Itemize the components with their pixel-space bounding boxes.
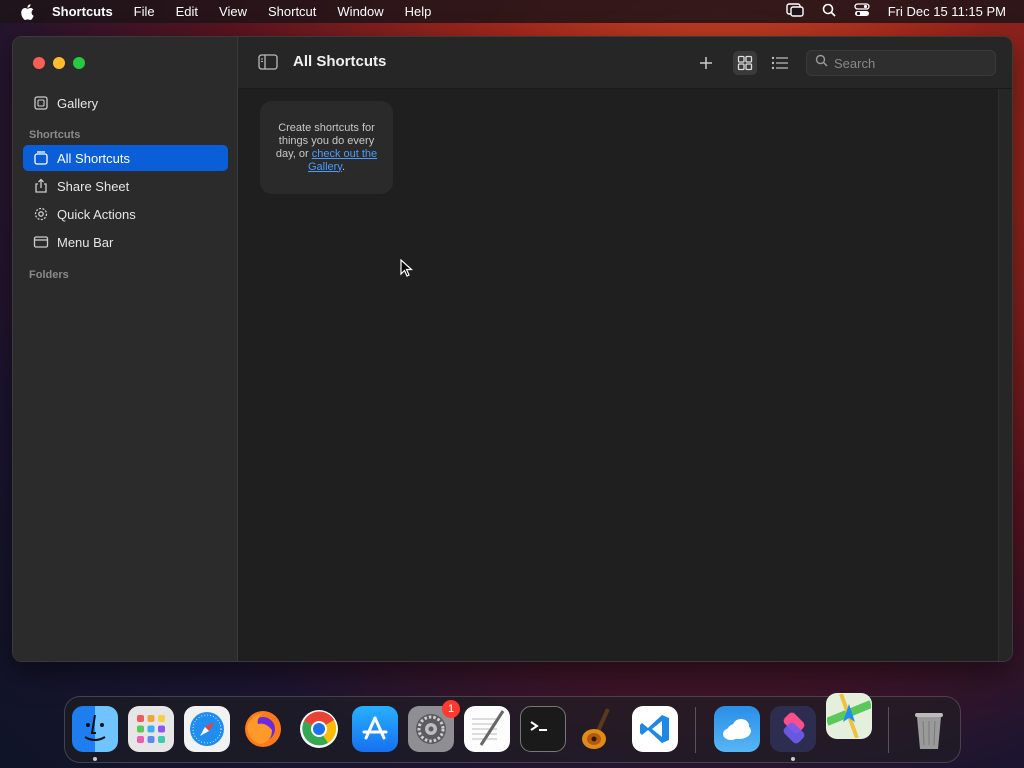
system-settings-icon[interactable]: 1 (408, 700, 460, 752)
zoom-window-button[interactable] (73, 57, 85, 69)
shortcuts-grid: Create shortcuts for things you do every… (238, 89, 998, 661)
search-field[interactable] (806, 50, 996, 76)
scrollbar[interactable] (998, 89, 1012, 661)
gallery-icon (33, 95, 49, 111)
sidebar-item-label: Quick Actions (57, 206, 136, 222)
garageband-icon[interactable] (576, 706, 622, 752)
sidebar-item-share-sheet[interactable]: Share Sheet (23, 173, 228, 199)
menu-bar: Shortcuts File Edit View Shortcut Window… (0, 0, 1024, 23)
empty-state-card: Create shortcuts for things you do every… (260, 101, 393, 194)
finder-icon[interactable] (72, 706, 118, 752)
search-icon (815, 54, 828, 72)
screen-mirroring-icon[interactable] (786, 3, 804, 20)
menu-clock[interactable]: Fri Dec 15 11:15 PM (888, 4, 1006, 19)
launchpad-icon[interactable] (128, 706, 174, 752)
minimize-window-button[interactable] (53, 57, 65, 69)
menu-help[interactable]: Help (405, 4, 432, 19)
running-indicator (93, 757, 97, 761)
sidebar-item-label: Share Sheet (57, 178, 130, 194)
list-icon (771, 56, 788, 70)
weather-icon[interactable] (714, 706, 760, 752)
apple-icon[interactable] (18, 3, 36, 21)
close-window-button[interactable] (33, 57, 45, 69)
menu-view[interactable]: View (219, 4, 247, 19)
sidebar-item-quick-actions[interactable]: Quick Actions (23, 201, 228, 227)
grid-view-button[interactable] (733, 51, 757, 75)
menubar-icon (33, 234, 49, 250)
sidebar-item-gallery[interactable]: Gallery (23, 90, 228, 116)
vscode-icon[interactable] (632, 706, 678, 752)
gear-icon (33, 206, 49, 222)
safari-icon[interactable] (184, 706, 230, 752)
page-title: All Shortcuts (293, 53, 387, 70)
share-icon (33, 178, 49, 194)
sidebar-section-shortcuts: Shortcuts (29, 129, 81, 141)
sidebar-item-label: All Shortcuts (57, 150, 130, 166)
running-indicator (791, 757, 795, 761)
spotlight-search-icon[interactable] (822, 3, 836, 20)
sidebar-item-menu-bar[interactable]: Menu Bar (23, 229, 228, 255)
empty-state-text: Create shortcuts for things you do every… (270, 122, 383, 174)
textedit-icon[interactable] (464, 706, 510, 752)
plus-icon (700, 57, 712, 69)
terminal-icon[interactable] (520, 706, 566, 752)
menu-edit[interactable]: Edit (176, 4, 198, 19)
shortcuts-app-icon[interactable] (770, 706, 816, 752)
sidebar-item-all-shortcuts[interactable]: All Shortcuts (23, 145, 228, 171)
sidebar-item-label: Menu Bar (57, 234, 114, 250)
maps-icon[interactable] (826, 693, 872, 739)
mouse-cursor-icon (400, 258, 414, 279)
dock-separator (695, 707, 696, 753)
menu-file[interactable]: File (134, 4, 155, 19)
control-center-icon[interactable] (854, 3, 870, 20)
dock-separator (888, 707, 889, 753)
trash-icon[interactable] (906, 706, 952, 752)
menu-window[interactable]: Window (337, 4, 383, 19)
sidebar: Gallery Shortcuts All Shortcuts Share Sh… (13, 37, 238, 661)
search-input[interactable] (834, 55, 984, 71)
sidebar-section-folders: Folders (29, 269, 69, 281)
chrome-icon[interactable] (296, 706, 342, 752)
toolbar: All Shortcuts (238, 37, 1012, 89)
main-area: All Shortcuts Create shortcuts for thing… (238, 37, 1012, 661)
shortcuts-stack-icon (33, 150, 49, 166)
window-controls (33, 57, 85, 69)
firefox-icon[interactable] (240, 706, 286, 752)
menu-shortcut[interactable]: Shortcut (268, 4, 316, 19)
app-store-icon[interactable] (352, 706, 398, 752)
notification-badge: 1 (442, 700, 460, 718)
shortcuts-window: Gallery Shortcuts All Shortcuts Share Sh… (12, 36, 1013, 662)
dock: 1 (64, 693, 961, 763)
list-view-button[interactable] (768, 51, 792, 75)
empty-state-suffix: . (341, 160, 346, 173)
sidebar-item-label: Gallery (57, 95, 99, 111)
menu-app-name[interactable]: Shortcuts (52, 4, 113, 19)
sidebar-toggle-icon[interactable] (258, 54, 278, 70)
add-shortcut-button[interactable] (694, 51, 718, 75)
grid-icon (737, 55, 753, 71)
